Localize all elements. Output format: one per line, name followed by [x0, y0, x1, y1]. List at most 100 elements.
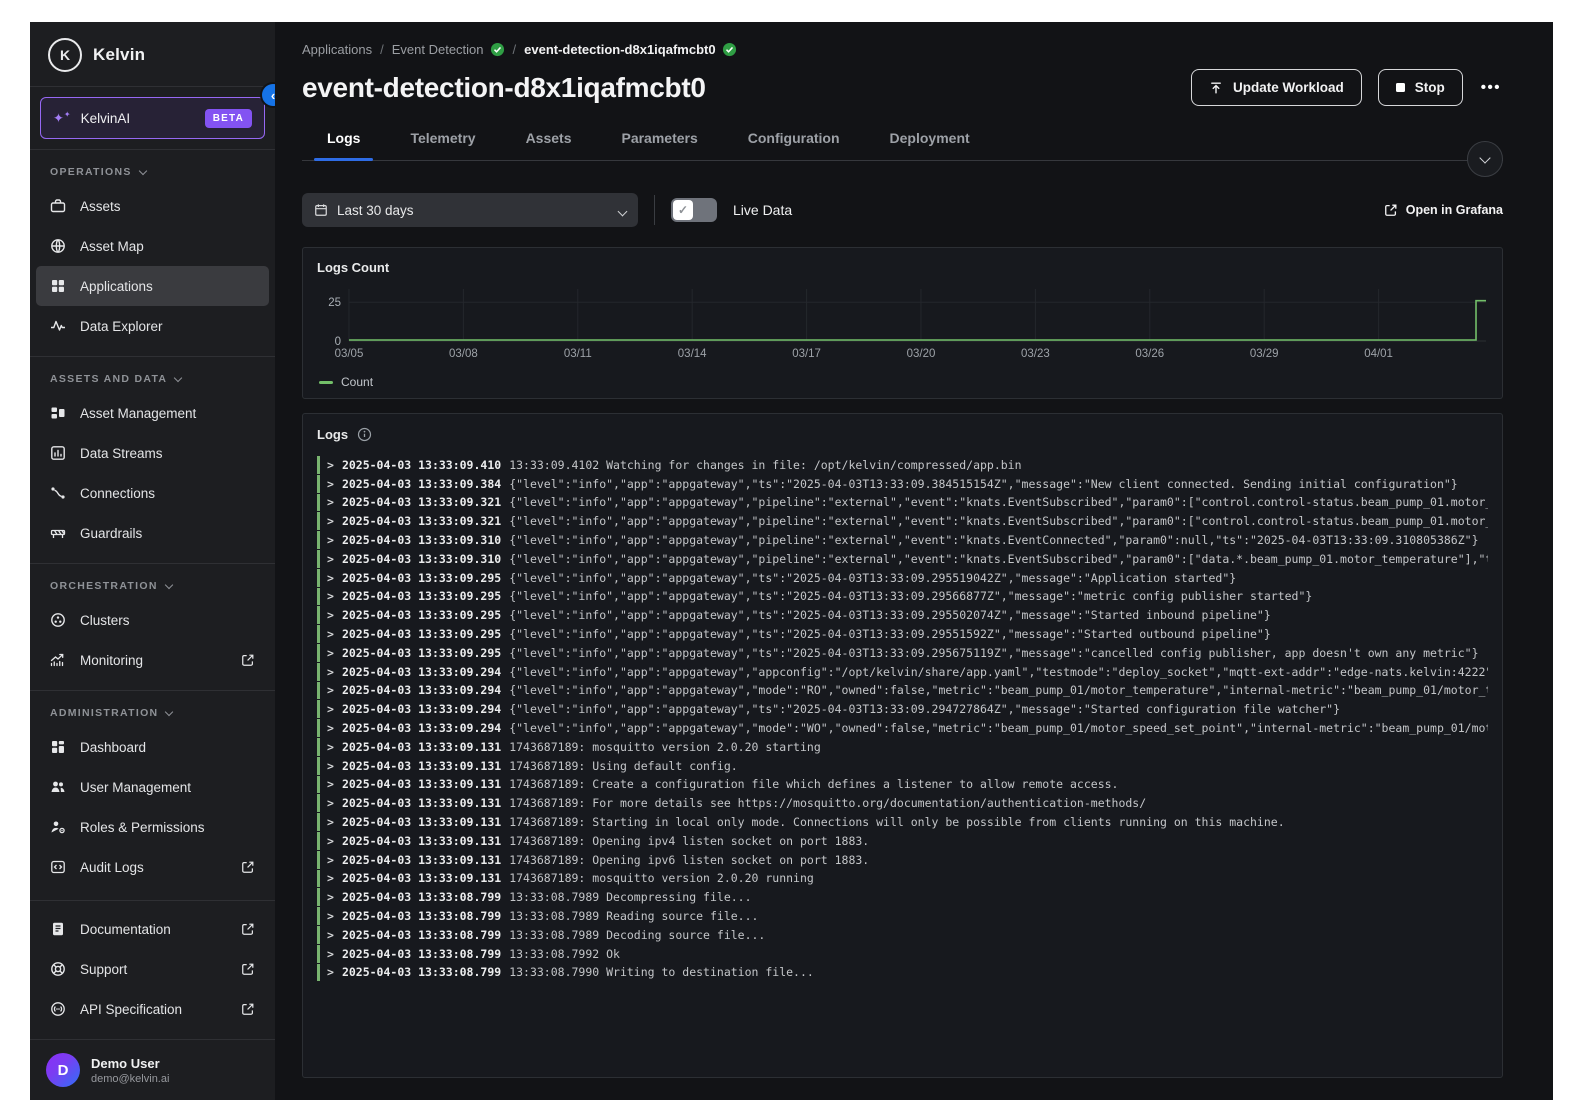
sidebar-item-monitoring[interactable]: Monitoring	[36, 640, 269, 680]
log-line[interactable]: > 2025-04-03 13:33:08.799 13:33:08.7989 …	[317, 907, 1488, 925]
log-message: 13:33:08.7992 Ok	[509, 947, 620, 961]
log-line[interactable]: > 2025-04-03 13:33:09.294 {"level":"info…	[317, 719, 1488, 737]
log-line[interactable]: > 2025-04-03 13:33:09.310 {"level":"info…	[317, 550, 1488, 568]
sidebar-item-connections[interactable]: Connections	[36, 473, 269, 513]
log-line[interactable]: > 2025-04-03 13:33:09.310 {"level":"info…	[317, 531, 1488, 549]
sidebar-item-data-explorer[interactable]: Data Explorer	[36, 306, 269, 346]
log-line[interactable]: > 2025-04-03 13:33:08.799 13:33:08.7989 …	[317, 888, 1488, 906]
briefcase-icon	[50, 198, 66, 214]
log-expand-caret: >	[327, 571, 334, 585]
live-data-toggle[interactable]: ✓	[671, 198, 717, 222]
log-line[interactable]: > 2025-04-03 13:33:09.295 {"level":"info…	[317, 569, 1488, 587]
sidebar-item-user-management[interactable]: User Management	[36, 767, 269, 807]
page-title: event-detection-d8x1iqafmcbt0	[302, 72, 706, 104]
kelvin-logo[interactable]: K Kelvin	[30, 22, 275, 86]
sidebar-item-audit-logs[interactable]: Audit Logs	[36, 847, 269, 887]
log-line[interactable]: > 2025-04-03 13:33:09.410 13:33:09.4102 …	[317, 456, 1488, 474]
log-line[interactable]: > 2025-04-03 13:33:09.131 1743687189: Op…	[317, 851, 1488, 869]
log-timestamp: 2025-04-03 13:33:09.295	[342, 646, 501, 660]
open-in-grafana-link[interactable]: Open in Grafana	[1384, 203, 1503, 217]
sidebar-item-label: Support	[80, 962, 127, 977]
log-line[interactable]: > 2025-04-03 13:33:09.131 1743687189: Op…	[317, 832, 1488, 850]
logs-count-chart[interactable]: 03/0503/0803/1103/1403/1703/2003/2303/26…	[317, 283, 1488, 372]
stop-label: Stop	[1415, 80, 1445, 95]
log-line[interactable]: > 2025-04-03 13:33:08.799 13:33:08.7990 …	[317, 964, 1488, 982]
update-workload-label: Update Workload	[1233, 80, 1344, 95]
tab-configuration[interactable]: Configuration	[723, 130, 865, 160]
sidebar-item-roles-permissions[interactable]: Roles & Permissions	[36, 807, 269, 847]
sidebar-item-asset-management[interactable]: Asset Management	[36, 393, 269, 433]
tab-parameters[interactable]: Parameters	[596, 130, 722, 160]
log-line[interactable]: > 2025-04-03 13:33:08.799 13:33:08.7989 …	[317, 926, 1488, 944]
log-line[interactable]: > 2025-04-03 13:33:09.131 1743687189: mo…	[317, 870, 1488, 888]
tab-telemetry[interactable]: Telemetry	[385, 130, 500, 160]
sidebar-item-label: Applications	[80, 279, 153, 294]
log-line[interactable]: > 2025-04-03 13:33:09.384 {"level":"info…	[317, 475, 1488, 493]
section-header-administration[interactable]: ADMINISTRATION	[30, 691, 275, 727]
sidebar-item-data-streams[interactable]: Data Streams	[36, 433, 269, 473]
section-header-assets-and-data[interactable]: ASSETS AND DATA	[30, 357, 275, 393]
sidebar-item-applications[interactable]: Applications	[36, 266, 269, 306]
log-line[interactable]: > 2025-04-03 13:33:09.294 {"level":"info…	[317, 682, 1488, 700]
tab-deployment[interactable]: Deployment	[865, 130, 995, 160]
log-line[interactable]: > 2025-04-03 13:33:09.321 {"level":"info…	[317, 512, 1488, 530]
sidebar-item-guardrails[interactable]: Guardrails	[36, 513, 269, 553]
log-line[interactable]: > 2025-04-03 13:33:09.295 {"level":"info…	[317, 644, 1488, 662]
sidebar-item-label: User Management	[80, 780, 191, 795]
chart-legend[interactable]: Count	[317, 372, 1488, 392]
breadcrumb-applications[interactable]: Applications	[302, 42, 372, 57]
breadcrumb-event-detection[interactable]: Event Detection	[392, 42, 505, 57]
toggle-knob: ✓	[673, 200, 693, 220]
trend-icon	[50, 652, 66, 668]
date-range-select[interactable]: Last 30 days	[302, 193, 638, 227]
breadcrumb-separator: /	[513, 42, 517, 57]
section-header-operations[interactable]: OPERATIONS	[30, 150, 275, 186]
sidebar-item-api-specification[interactable]: API Specification	[36, 989, 269, 1029]
log-line[interactable]: > 2025-04-03 13:33:09.295 {"level":"info…	[317, 625, 1488, 643]
tab-logs[interactable]: Logs	[302, 130, 385, 160]
log-line[interactable]: > 2025-04-03 13:33:09.295 {"level":"info…	[317, 606, 1488, 624]
log-line[interactable]: > 2025-04-03 13:33:09.131 1743687189: Fo…	[317, 794, 1488, 812]
log-expand-caret: >	[327, 871, 334, 885]
log-timestamp: 2025-04-03 13:33:09.295	[342, 571, 501, 585]
update-workload-button[interactable]: Update Workload	[1191, 69, 1362, 106]
log-line[interactable]: > 2025-04-03 13:33:09.294 {"level":"info…	[317, 700, 1488, 718]
sidebar-item-label: Clusters	[80, 613, 130, 628]
kelvin-logo-text: Kelvin	[93, 45, 145, 65]
header-collapse-button[interactable]	[1467, 141, 1503, 177]
log-line[interactable]: > 2025-04-03 13:33:09.131 1743687189: mo…	[317, 738, 1488, 756]
log-line[interactable]: > 2025-04-03 13:33:09.131 1743687189: Cr…	[317, 776, 1488, 794]
info-icon[interactable]	[357, 427, 372, 442]
log-message: 1743687189: Starting in local only mode.…	[509, 815, 1284, 829]
nodes-icon	[50, 485, 66, 501]
more-menu-button[interactable]: •••	[1479, 75, 1503, 100]
log-expand-caret: >	[327, 646, 334, 660]
sidebar-item-assets[interactable]: Assets	[36, 186, 269, 226]
log-line[interactable]: > 2025-04-03 13:33:09.321 {"level":"info…	[317, 494, 1488, 512]
stop-button[interactable]: Stop	[1378, 69, 1463, 106]
user-menu[interactable]: D Demo User demo@kelvin.ai	[30, 1040, 275, 1100]
log-line[interactable]: > 2025-04-03 13:33:09.131 1743687189: St…	[317, 813, 1488, 831]
sidebar-item-clusters[interactable]: Clusters	[36, 600, 269, 640]
kelvin-logo-icon: K	[48, 38, 82, 72]
section-header-orchestration[interactable]: ORCHESTRATION	[30, 564, 275, 600]
sidebar-item-kelvinai[interactable]: ✦✦ KelvinAI BETA	[40, 97, 265, 139]
log-timestamp: 2025-04-03 13:33:09.310	[342, 552, 501, 566]
sidebar-item-asset-map[interactable]: Asset Map	[36, 226, 269, 266]
log-line[interactable]: > 2025-04-03 13:33:09.295 {"level":"info…	[317, 588, 1488, 606]
beta-badge: BETA	[205, 109, 252, 128]
sidebar-item-support[interactable]: Support	[36, 949, 269, 989]
log-expand-caret: >	[327, 834, 334, 848]
log-line[interactable]: > 2025-04-03 13:33:08.799 13:33:08.7992 …	[317, 945, 1488, 963]
tab-assets[interactable]: Assets	[501, 130, 597, 160]
fence-icon	[50, 525, 66, 541]
log-line[interactable]: > 2025-04-03 13:33:09.294 {"level":"info…	[317, 663, 1488, 681]
log-expand-caret: >	[327, 702, 334, 716]
sidebar-item-documentation[interactable]: Documentation	[36, 909, 269, 949]
check-circle-icon	[722, 42, 737, 57]
log-expand-caret: >	[327, 608, 334, 622]
sidebar-item-dashboard[interactable]: Dashboard	[36, 727, 269, 767]
log-message: {"level":"info","app":"appgateway","pipe…	[509, 552, 1488, 566]
log-expand-caret: >	[327, 683, 334, 697]
log-line[interactable]: > 2025-04-03 13:33:09.131 1743687189: Us…	[317, 757, 1488, 775]
